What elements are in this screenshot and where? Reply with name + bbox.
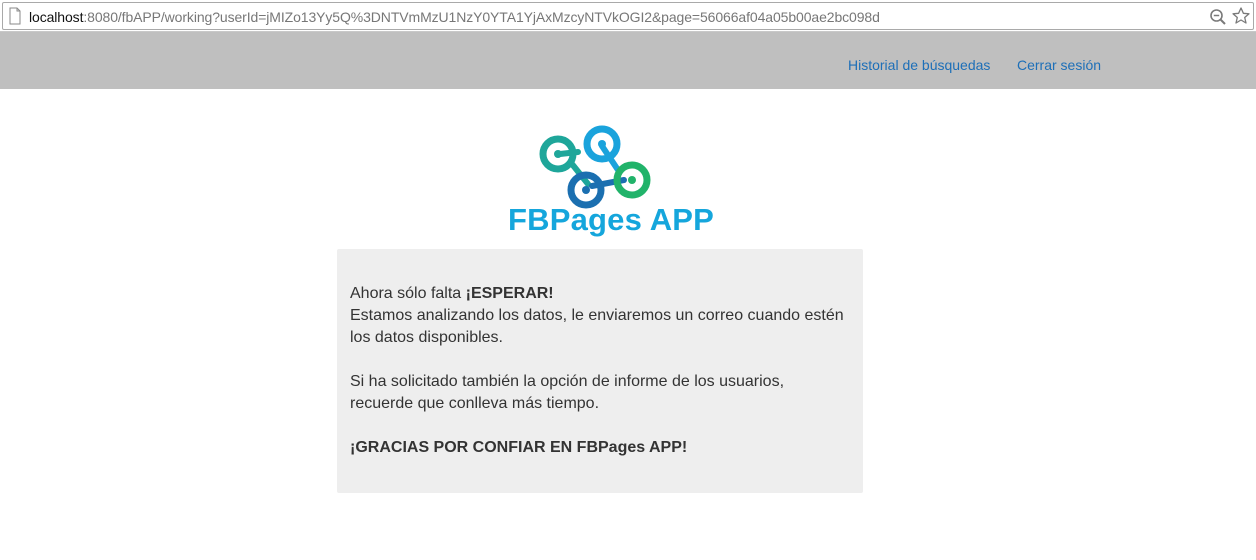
logo-graphic xyxy=(539,125,651,209)
message-line1-bold: ¡ESPERAR! xyxy=(465,285,554,302)
nav-link-logout[interactable]: Cerrar sesión xyxy=(1017,57,1101,73)
message-line2: Estamos analizando los datos, le enviare… xyxy=(350,307,844,346)
message-paragraph-2: Si ha solicitado también la opción de in… xyxy=(350,373,785,412)
url-host: localhost xyxy=(29,9,84,25)
bookmark-star-icon[interactable] xyxy=(1231,6,1251,26)
message-line1-prefix: Ahora sólo falta xyxy=(350,285,466,302)
logo-text: FBPages APP xyxy=(508,202,715,237)
url-path: :8080/fbAPP/working?userId=jMIZo13Yy5Q%3… xyxy=(83,9,880,25)
nav-link-search-history[interactable]: Historial de búsquedas xyxy=(848,57,990,73)
message-box: Ahora sólo falta ¡ESPERAR! Estamos anali… xyxy=(337,249,863,493)
message-paragraph-1: Ahora sólo falta ¡ESPERAR! Estamos anali… xyxy=(350,283,850,349)
navbar: Historial de búsquedas Cerrar sesión xyxy=(0,32,1256,89)
message-thanks: ¡GRACIAS POR CONFIAR EN FBPages APP! xyxy=(350,439,688,456)
page-icon xyxy=(9,7,21,25)
browser-address-bar: localhost:8080/fbAPP/working?userId=jMIZ… xyxy=(0,0,1256,32)
url-text[interactable]: localhost:8080/fbAPP/working?userId=jMIZ… xyxy=(29,9,880,25)
url-field[interactable]: localhost:8080/fbAPP/working?userId=jMIZ… xyxy=(2,2,1254,30)
zoom-icon[interactable] xyxy=(1209,8,1227,26)
